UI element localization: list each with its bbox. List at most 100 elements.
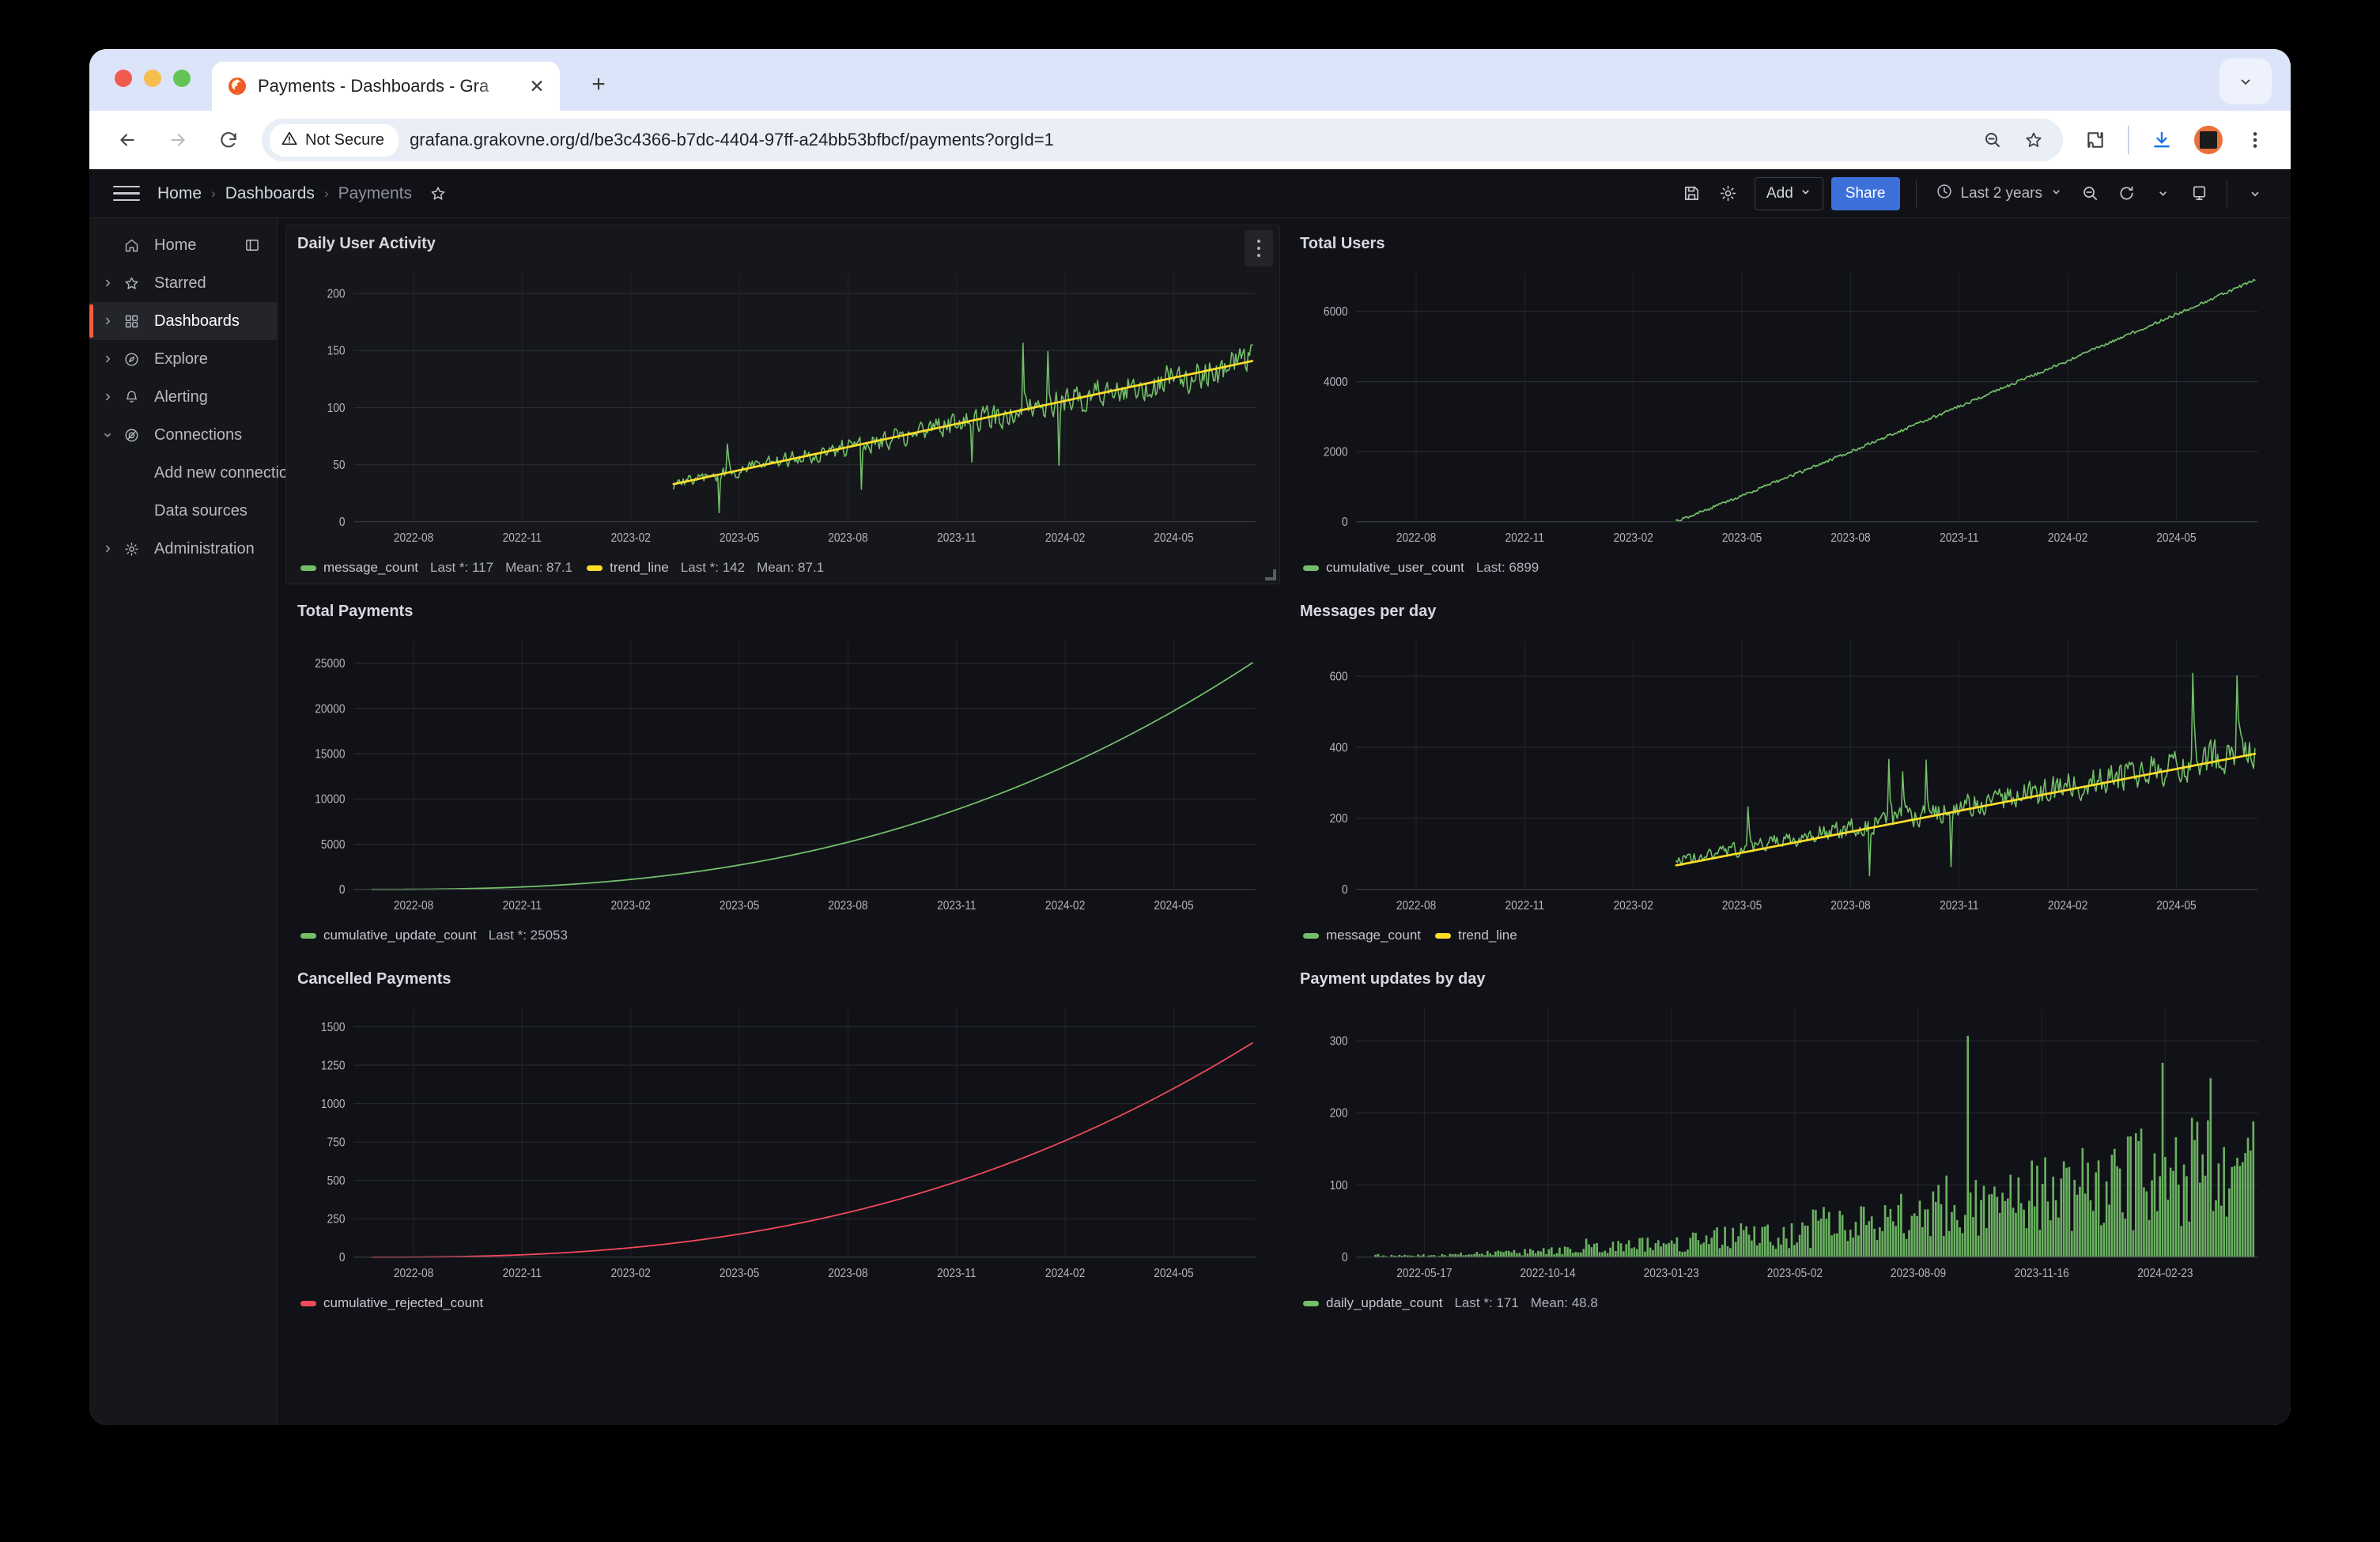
breadcrumb-item-dashboards[interactable]: Dashboards	[225, 184, 315, 203]
svg-text:2023-01-23: 2023-01-23	[1644, 1267, 1699, 1280]
sidebar-item-administration[interactable]: Administration	[89, 530, 277, 568]
svg-text:2022-08: 2022-08	[1396, 899, 1436, 913]
bell-icon	[118, 389, 145, 406]
plot-area[interactable]: 2022-082022-112023-022023-052023-082023-…	[297, 255, 1268, 555]
share-label: Share	[1845, 185, 1886, 202]
zoom-out-icon[interactable]	[1978, 125, 2008, 155]
legend-item[interactable]: message_countLast *: 117Mean: 87.1	[300, 560, 572, 576]
legend-item[interactable]: trend_line	[1435, 928, 1517, 943]
chevron-down-icon[interactable]	[2219, 59, 2272, 104]
legend-item[interactable]: cumulative_update_countLast *: 25053	[300, 928, 568, 943]
chevron-right-icon[interactable]	[97, 543, 118, 554]
chevron-right-icon[interactable]	[97, 391, 118, 403]
close-icon[interactable]: ✕	[525, 74, 549, 98]
refresh-icon[interactable]	[2108, 176, 2144, 212]
svg-text:2024-02: 2024-02	[1045, 531, 1085, 545]
browser-tab[interactable]: Payments - Dashboards - Gra ✕	[212, 62, 560, 111]
bookmark-star-icon[interactable]	[2019, 125, 2049, 155]
sidebar-item-dashboards[interactable]: Dashboards	[89, 302, 277, 340]
star-outline-icon[interactable]	[425, 180, 451, 207]
plot-area[interactable]: 2022-082022-112023-022023-052023-082023-…	[297, 622, 1268, 923]
sidebar-item-home[interactable]: Home	[89, 226, 277, 264]
svg-text:2023-08-09: 2023-08-09	[1891, 1267, 1946, 1280]
chevron-down-icon[interactable]	[2237, 176, 2273, 212]
chevron-right-icon[interactable]	[97, 316, 118, 327]
legend-item[interactable]: trend_lineLast *: 142Mean: 87.1	[587, 560, 824, 576]
legend-item[interactable]: message_count	[1303, 928, 1421, 943]
legend-color-swatch	[587, 565, 603, 571]
plot-area[interactable]: 2022-082022-112023-022023-052023-082023-…	[1300, 255, 2271, 555]
svg-text:0: 0	[1342, 1251, 1348, 1264]
legend-item[interactable]: cumulative_rejected_count	[300, 1295, 483, 1311]
chevron-right-icon[interactable]	[97, 353, 118, 365]
time-range-picker[interactable]: Last 2 years	[1926, 177, 2072, 210]
svg-text:2024-05: 2024-05	[2156, 531, 2196, 545]
profile-avatar-icon[interactable]	[2194, 126, 2223, 154]
tv-monitor-icon[interactable]	[2181, 176, 2217, 212]
arrow-left-icon[interactable]	[110, 123, 145, 157]
chevron-down-icon[interactable]	[97, 429, 118, 440]
legend-item[interactable]: cumulative_user_countLast: 6899	[1303, 560, 1539, 576]
reload-icon[interactable]	[211, 123, 246, 157]
panel-total-users: Total Users2022-082022-112023-022023-052…	[1288, 225, 2283, 584]
home-icon	[118, 237, 145, 254]
zoom-out-icon[interactable]	[2072, 176, 2108, 212]
sidebar-item-starred[interactable]: Starred	[89, 264, 277, 302]
legend-color-swatch	[1303, 1301, 1319, 1306]
share-button[interactable]: Share	[1831, 177, 1900, 210]
clock-icon	[1936, 183, 1953, 205]
legend-item[interactable]: daily_update_countLast *: 171Mean: 48.8	[1303, 1295, 1598, 1311]
plot-area[interactable]: 2022-082022-112023-022023-052023-082023-…	[297, 990, 1268, 1291]
svg-text:2024-05: 2024-05	[1154, 531, 1193, 545]
close-window-button[interactable]	[115, 70, 132, 87]
svg-text:750: 750	[327, 1136, 346, 1150]
minimize-window-button[interactable]	[144, 70, 161, 87]
chevron-down-icon[interactable]	[2144, 176, 2181, 212]
hamburger-menu-icon[interactable]	[108, 176, 145, 212]
chrome-menu-icon[interactable]	[2238, 123, 2272, 157]
svg-text:0: 0	[1342, 883, 1348, 897]
breadcrumb-item-home[interactable]: Home	[157, 184, 202, 203]
plot-area[interactable]: 2022-05-172022-10-142023-01-232023-05-02…	[1300, 990, 2271, 1291]
download-icon[interactable]	[2145, 123, 2178, 157]
arrow-right-icon[interactable]	[161, 123, 195, 157]
svg-text:0: 0	[339, 883, 346, 897]
svg-text:600: 600	[1330, 671, 1348, 684]
sidebar-item-explore[interactable]: Explore	[89, 340, 277, 378]
panel-title: Daily User Activity	[297, 235, 1268, 253]
svg-text:200: 200	[1330, 812, 1348, 826]
sidebar-item-connections[interactable]: Connections	[89, 416, 277, 454]
sidebar-item-alerting[interactable]: Alerting	[89, 378, 277, 416]
svg-text:150: 150	[327, 345, 346, 358]
sidebar-item-label: Dashboards	[154, 312, 240, 331]
panel-daily-user-activity: Daily User Activity 2022-082022-112023-02…	[285, 225, 1280, 584]
plot-area[interactable]: 2022-082022-112023-022023-052023-082023-…	[1300, 622, 2271, 923]
svg-text:2023-11: 2023-11	[937, 1267, 976, 1280]
save-disk-icon[interactable]	[1674, 176, 1710, 212]
omnibox[interactable]: Not Secure grafana.grakovne.org/d/be3c43…	[262, 119, 2063, 161]
legend-stat: Last *: 171	[1454, 1295, 1518, 1311]
svg-text:0: 0	[1342, 516, 1348, 529]
svg-text:2022-08: 2022-08	[1396, 531, 1436, 545]
dock-panel-icon[interactable]	[240, 233, 264, 257]
legend-stat: Last *: 142	[681, 560, 745, 576]
svg-text:2022-08: 2022-08	[394, 531, 433, 545]
maximize-window-button[interactable]	[173, 70, 191, 87]
security-status-badge[interactable]: Not Secure	[270, 124, 399, 157]
sidebar-item-label: Add new connection	[154, 464, 297, 482]
svg-text:2023-02: 2023-02	[1614, 531, 1653, 545]
sidebar-item-data-sources[interactable]: Data sources	[89, 492, 277, 530]
gear-icon[interactable]	[1710, 176, 1747, 212]
legend-color-swatch	[1303, 565, 1319, 571]
chevron-right-icon[interactable]	[97, 278, 118, 289]
browser-tab-title: Payments - Dashboards - Gra	[258, 76, 516, 96]
sidebar-item-add-new-connection[interactable]: Add new connection	[89, 454, 277, 492]
legend-stat: Last *: 117	[430, 560, 493, 576]
add-panel-button[interactable]: Add	[1755, 177, 1823, 210]
dashboard-toolbar: Add Share Last 2 years	[1674, 176, 2273, 212]
svg-text:2023-05-02: 2023-05-02	[1767, 1267, 1823, 1280]
extensions-puzzle-icon[interactable]	[2079, 123, 2112, 157]
legend-stat: Mean: 87.1	[757, 560, 824, 576]
panel-resize-handle[interactable]	[1265, 569, 1276, 580]
plus-icon[interactable]: +	[584, 70, 614, 100]
